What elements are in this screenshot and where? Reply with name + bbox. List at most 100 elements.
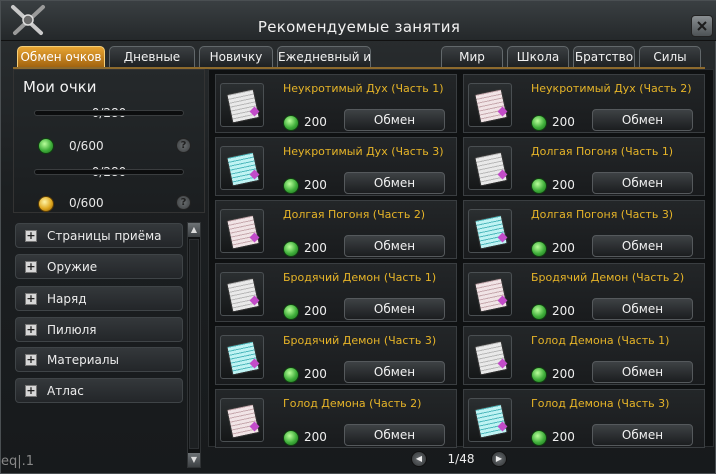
tab-brotherhood[interactable]: Братство <box>573 46 635 68</box>
tab-daily-and-more[interactable]: Ежедневный и... <box>277 46 371 68</box>
item-slot[interactable] <box>220 209 264 253</box>
green-coin-icon <box>531 367 547 383</box>
exchange-button[interactable]: Обмен <box>592 361 693 383</box>
exchange-button[interactable]: Обмен <box>344 235 445 257</box>
green-coin-icon <box>531 178 547 194</box>
exchange-item-card: Бродячий Демон (Часть 2) 200 Обмен <box>463 263 705 322</box>
green-coin-icon <box>531 115 547 131</box>
category-label: Пилюля <box>47 323 97 337</box>
green-coin-icon <box>283 430 299 446</box>
exchange-button[interactable]: Обмен <box>592 109 693 131</box>
exchange-button[interactable]: Обмен <box>592 424 693 446</box>
item-slot[interactable] <box>468 146 512 190</box>
item-name: Бродячий Демон (Часть 2) <box>531 271 685 284</box>
exchange-button[interactable]: Обмен <box>344 424 445 446</box>
gold-help-icon[interactable]: ? <box>176 195 191 210</box>
exchange-button[interactable]: Обмен <box>592 235 693 257</box>
tab-forces[interactable]: Силы <box>639 46 701 68</box>
exchange-item-card: Долгая Погоня (Часть 2) 200 Обмен <box>215 200 457 259</box>
scroll-up-arrow-icon[interactable]: ▲ <box>188 223 200 237</box>
exchange-button[interactable]: Обмен <box>344 109 445 131</box>
exchange-button[interactable]: Обмен <box>344 298 445 320</box>
exchange-button[interactable]: Обмен <box>344 172 445 194</box>
exchange-button[interactable]: Обмен <box>592 298 693 320</box>
tab-points-exchange[interactable]: Обмен очков <box>17 46 105 68</box>
category-weapon[interactable]: + Оружие <box>15 254 183 279</box>
exchange-item-card: Голод Демона (Часть 1) 200 Обмен <box>463 326 705 385</box>
green-coin-icon <box>283 304 299 320</box>
item-slot[interactable] <box>468 272 512 316</box>
category-outfit[interactable]: + Наряд <box>15 286 183 311</box>
green-coin-icon <box>531 241 547 257</box>
item-name: Неукротимый Дух (Часть 1) <box>283 82 444 95</box>
item-name: Долгая Погоня (Часть 1) <box>531 145 674 158</box>
category-atlas[interactable]: + Атлас <box>15 378 183 403</box>
item-slot[interactable] <box>468 335 512 379</box>
next-page-button[interactable]: ▶ <box>491 451 507 467</box>
title-bar[interactable]: Рекомендуемые занятия <box>1 1 716 41</box>
item-slot[interactable] <box>220 272 264 316</box>
category-scrollbar[interactable]: ▲ ▼ <box>187 222 201 468</box>
scrollbar-track[interactable] <box>189 239 199 449</box>
exchange-item-card: Долгая Погоня (Часть 1) 200 Обмен <box>463 137 705 196</box>
green-points-value: 0/600 <box>69 139 104 153</box>
item-slot[interactable] <box>468 83 512 127</box>
category-label: Наряд <box>47 292 87 306</box>
item-cost: 200 <box>552 430 575 444</box>
item-name: Бродячий Демон (Часть 1) <box>283 271 437 284</box>
exchange-button[interactable]: Обмен <box>592 172 693 194</box>
item-name: Голод Демона (Часть 2) <box>283 397 422 410</box>
tab-daily[interactable]: Дневные <box>109 46 195 68</box>
green-help-icon[interactable]: ? <box>176 138 191 153</box>
item-slot[interactable] <box>220 335 264 379</box>
scroll-down-arrow-icon[interactable]: ▼ <box>188 453 200 467</box>
prev-page-button[interactable]: ◀ <box>411 451 427 467</box>
item-cost: 200 <box>304 367 327 381</box>
green-coin-icon <box>283 241 299 257</box>
item-cost: 200 <box>552 115 575 129</box>
exchange-item-card: Голод Демона (Часть 3) 200 Обмен <box>463 389 705 448</box>
item-cost: 200 <box>304 241 327 255</box>
category-pill[interactable]: + Пилюля <box>15 317 183 342</box>
item-cost: 200 <box>552 241 575 255</box>
item-slot[interactable] <box>468 209 512 253</box>
item-slot[interactable] <box>220 83 264 127</box>
points-bar-1-track <box>34 110 184 116</box>
gold-coin-icon <box>38 196 54 212</box>
exchange-item-card: Голод Демона (Часть 2) 200 Обмен <box>215 389 457 448</box>
tab-school[interactable]: Школа <box>507 46 569 68</box>
category-list: + Страницы приёма + Оружие + Наряд + Пил… <box>13 221 203 469</box>
item-slot[interactable] <box>220 398 264 442</box>
page-indicator: 1/48 <box>447 452 475 466</box>
item-name: Неукротимый Дух (Часть 2) <box>531 82 692 95</box>
expand-plus-icon: + <box>25 229 37 242</box>
expand-plus-icon: + <box>25 260 37 273</box>
item-name: Неукротимый Дух (Часть 3) <box>283 145 444 158</box>
exchange-item-card: Неукротимый Дух (Часть 1) 200 Обмен <box>215 74 457 133</box>
points-bar-2-track <box>34 169 184 175</box>
gold-points-value: 0/600 <box>69 196 104 210</box>
item-slot[interactable] <box>468 398 512 442</box>
pagination: ◀ 1/48 ▶ <box>411 451 511 469</box>
item-cost: 200 <box>304 304 327 318</box>
tab-world[interactable]: Мир <box>441 46 503 68</box>
exchange-item-card: Бродячий Демон (Часть 1) 200 Обмен <box>215 263 457 322</box>
close-icon <box>697 21 707 31</box>
expand-plus-icon: + <box>25 323 37 336</box>
item-name: Долгая Погоня (Часть 3) <box>531 208 674 221</box>
category-label: Материалы <box>47 353 119 367</box>
close-button[interactable] <box>691 15 713 37</box>
exchange-button[interactable]: Обмен <box>344 361 445 383</box>
category-materials[interactable]: + Материалы <box>15 347 183 372</box>
corner-watermark-text: eq|.1 <box>1 454 35 469</box>
item-slot[interactable] <box>220 146 264 190</box>
green-coin-icon <box>531 304 547 320</box>
green-coin-icon <box>283 367 299 383</box>
window-title: Рекомендуемые занятия <box>257 18 461 36</box>
category-label: Атлас <box>47 384 84 398</box>
category-pages[interactable]: + Страницы приёма <box>15 223 183 248</box>
item-cost: 200 <box>552 178 575 192</box>
tab-newbie[interactable]: Новичку <box>199 46 273 68</box>
expand-plus-icon: + <box>25 292 37 305</box>
exchange-items-grid: Неукротимый Дух (Часть 1) 200 Обмен Неукрот… <box>208 69 714 448</box>
